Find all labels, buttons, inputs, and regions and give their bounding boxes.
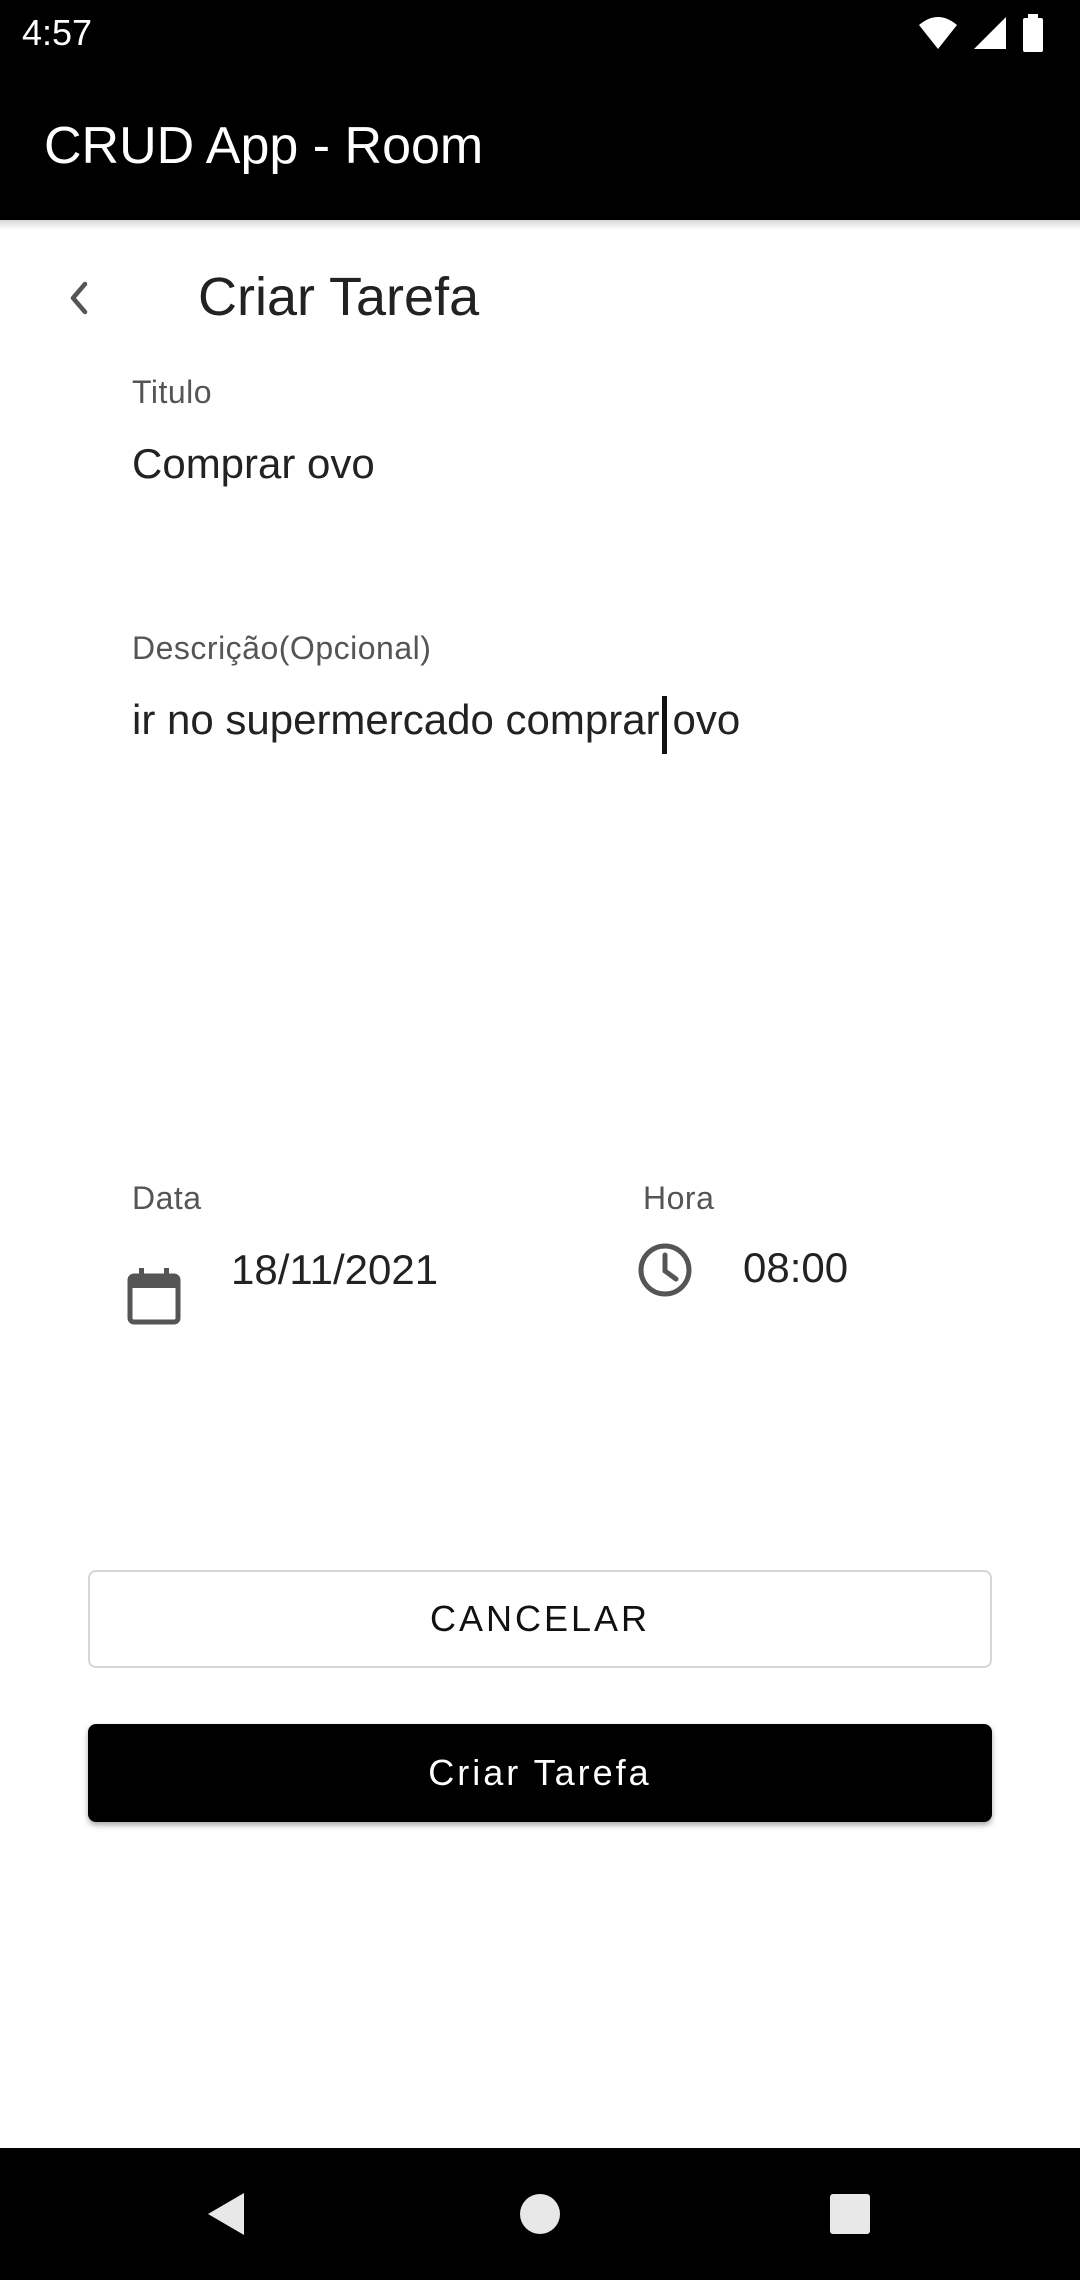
text-cursor [661, 696, 667, 754]
nav-recents-button[interactable] [814, 2178, 886, 2250]
nav-recents-icon [830, 2194, 870, 2234]
title-input[interactable]: Comprar ovo [132, 440, 375, 488]
title-label: Titulo [132, 374, 213, 410]
nav-home-icon [520, 2194, 560, 2234]
app-bar: CRUD App - Room [0, 68, 1080, 220]
cancel-button[interactable]: CANCELAR [88, 1570, 992, 1668]
status-time: 4:57 [22, 12, 93, 53]
nav-back-icon [208, 2193, 244, 2235]
navigation-bar [0, 2148, 1080, 2280]
date-label: Data [132, 1180, 202, 1216]
back-arrow-icon [70, 281, 88, 315]
battery-icon [1023, 14, 1043, 52]
description-text-before-cursor: ir no supermercado comprar [132, 696, 660, 744]
back-button[interactable] [48, 268, 108, 328]
time-label: Hora [643, 1180, 715, 1216]
description-input[interactable]: ir no supermercado comprar ovo [132, 696, 741, 754]
signal-icon [974, 17, 1006, 49]
app-title: CRUD App - Room [44, 117, 484, 175]
description-label: Descrição(Opcional) [132, 630, 432, 666]
wifi-icon [919, 17, 957, 49]
date-value[interactable]: 18/11/2021 [231, 1244, 471, 1296]
description-text-after-cursor: ovo [672, 696, 741, 744]
nav-home-button[interactable] [504, 2178, 576, 2250]
create-task-button[interactable]: Criar Tarefa [88, 1724, 992, 1822]
status-icons [918, 14, 1044, 52]
calendar-icon[interactable] [124, 1266, 184, 1326]
page-title: Criar Tarefa [198, 267, 480, 327]
status-bar: 4:57 [0, 0, 1080, 68]
time-value[interactable]: 08:00 [743, 1244, 848, 1292]
clock-icon[interactable] [635, 1240, 695, 1300]
app-bar-shadow [0, 220, 1080, 230]
nav-back-button[interactable] [190, 2178, 262, 2250]
